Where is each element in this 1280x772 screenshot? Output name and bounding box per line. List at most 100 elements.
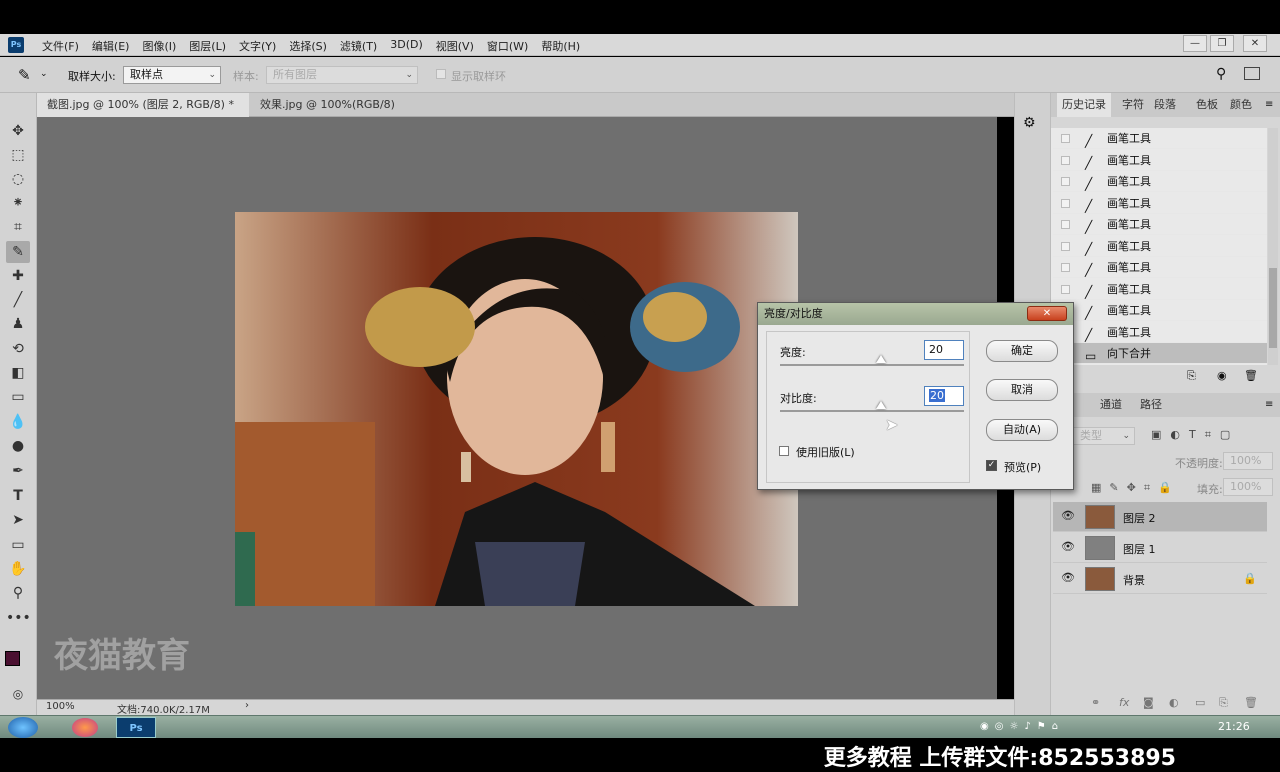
search-icon[interactable]: ⚲ <box>1216 66 1226 82</box>
minimize-button[interactable]: — <box>1183 35 1207 52</box>
menu-item[interactable]: 帮助(H) <box>541 38 580 54</box>
layer-row[interactable]: 👁 背景 🔒 <box>1053 564 1267 594</box>
tab-channels[interactable]: 通道 <box>1095 393 1127 417</box>
history-item[interactable]: ╱ 画笔工具 <box>1053 171 1267 192</box>
adjustment-icon[interactable]: ◐ <box>1169 696 1179 709</box>
tab-effect[interactable]: 效果.jpg @ 100%(RGB/8) × <box>250 93 410 135</box>
tool-preset-chevron-icon[interactable]: ⌄ <box>40 69 48 79</box>
tab-screenshot[interactable]: 截图.jpg @ 100% (图层 2, RGB/8) * × <box>37 93 249 135</box>
new-layer-icon[interactable]: ⎘ <box>1219 696 1228 710</box>
contrast-slider-knob[interactable] <box>876 401 887 409</box>
tab-color[interactable]: 颜色 <box>1225 93 1257 117</box>
status-arrow-icon[interactable]: › <box>245 700 249 711</box>
tab-paragraph[interactable]: 段落 <box>1149 93 1181 117</box>
menu-item[interactable]: 窗口(W) <box>487 38 528 54</box>
gradient-tool-icon[interactable]: ▭ <box>6 386 30 408</box>
menu-item[interactable]: 滤镜(T) <box>340 38 377 54</box>
type-tool-icon[interactable]: T <box>6 485 30 507</box>
sample-size-select[interactable]: 取样点 ⌄ <box>123 66 221 84</box>
scrollbar-thumb[interactable] <box>1269 268 1277 348</box>
history-item[interactable]: ╱ 画笔工具 <box>1053 279 1267 300</box>
pen-tool-icon[interactable]: ✒ <box>6 460 30 482</box>
contrast-input[interactable]: 20 <box>924 386 964 406</box>
blur-tool-icon[interactable]: 💧 <box>6 411 30 433</box>
menu-item[interactable]: 视图(V) <box>436 38 474 54</box>
tab-character[interactable]: 字符 <box>1117 93 1149 117</box>
history-item[interactable]: ╱ 画笔工具 <box>1053 193 1267 214</box>
snapshot-camera-icon[interactable]: ◉ <box>1217 369 1227 382</box>
history-item[interactable]: ╱ 画笔工具 <box>1053 128 1267 149</box>
dialog-title[interactable]: 亮度/对比度 <box>758 303 1073 325</box>
legacy-checkbox[interactable] <box>779 446 789 456</box>
layer-row[interactable]: 👁 图层 1 <box>1053 533 1267 563</box>
more-tools-icon[interactable]: ••• <box>6 607 31 629</box>
brightness-slider[interactable] <box>780 355 964 366</box>
preview-checkbox[interactable]: ✓ <box>986 460 997 471</box>
menu-item[interactable]: 文件(F) <box>42 38 79 54</box>
sample-select[interactable]: 所有图层 ⌄ <box>266 66 418 84</box>
system-tray-icons[interactable]: ◉◎☼♪⚑⌂ <box>980 721 1064 732</box>
menu-item[interactable]: 编辑(E) <box>92 38 130 54</box>
rectangle-tool-icon[interactable]: ▭ <box>6 534 30 556</box>
eyedropper-tool-icon[interactable]: ✎ <box>6 241 30 263</box>
path-select-tool-icon[interactable]: ➤ <box>6 509 30 531</box>
history-item[interactable]: ╱ 画笔工具 <box>1053 300 1267 321</box>
group-folder-icon[interactable]: ▭ <box>1195 696 1205 709</box>
link-layers-icon[interactable]: ⚭ <box>1091 696 1100 709</box>
tab-paths[interactable]: 路径 <box>1135 393 1167 417</box>
tab-swatches[interactable]: 色板 <box>1191 93 1223 117</box>
lock-icon[interactable]: 🔒 <box>1243 572 1257 585</box>
menu-item[interactable]: 图层(L) <box>189 38 226 54</box>
history-item[interactable]: ╱ 画笔工具 <box>1053 150 1267 171</box>
lasso-tool-icon[interactable]: ◌ <box>6 168 30 190</box>
eraser-tool-icon[interactable]: ◧ <box>6 362 30 384</box>
delete-layer-icon[interactable]: 🗑 <box>1244 696 1258 709</box>
visibility-eye-icon[interactable]: 👁 <box>1061 541 1075 553</box>
visibility-eye-icon[interactable]: 👁 <box>1061 510 1075 522</box>
crop-tool-icon[interactable]: ⌗ <box>6 216 30 238</box>
photoshop-taskbar-icon[interactable]: Ps <box>116 717 156 738</box>
panel-menu-icon[interactable]: ≡ <box>1265 99 1273 110</box>
new-document-icon[interactable]: ⎘ <box>1187 369 1196 383</box>
opacity-input[interactable]: 100% <box>1223 452 1273 470</box>
brightness-slider-knob[interactable] <box>876 355 887 363</box>
stamp-tool-icon[interactable]: ♟ <box>6 313 30 335</box>
layers-menu-icon[interactable]: ≡ <box>1265 399 1273 410</box>
fill-input[interactable]: 100% <box>1223 478 1273 496</box>
zoom-level[interactable]: 100% <box>46 701 75 712</box>
history-source-checkbox[interactable] <box>1061 134 1070 143</box>
history-source-checkbox[interactable] <box>1061 263 1070 272</box>
healing-tool-icon[interactable]: ✚ <box>6 265 30 287</box>
start-button[interactable] <box>8 717 38 738</box>
restore-button[interactable]: ❐ <box>1210 35 1234 52</box>
mask-icon[interactable]: ◙ <box>1143 696 1154 709</box>
document-image[interactable] <box>235 212 798 606</box>
hand-tool-icon[interactable]: ✋ <box>6 558 30 580</box>
workspace-icon[interactable] <box>1244 67 1260 80</box>
dodge-tool-icon[interactable]: ● <box>6 435 30 457</box>
quick-select-tool-icon[interactable]: ⁕ <box>6 192 30 214</box>
visibility-eye-icon[interactable]: 👁 <box>1061 572 1075 584</box>
menu-item[interactable]: 3D(D) <box>390 38 423 54</box>
quick-mask-icon[interactable]: ◎ <box>6 683 30 705</box>
history-source-checkbox[interactable] <box>1061 155 1070 165</box>
history-source-checkbox[interactable] <box>1061 241 1070 251</box>
layer-row[interactable]: 👁 图层 2 <box>1053 502 1267 532</box>
browser-app-icon[interactable] <box>72 718 98 737</box>
menu-item[interactable]: 图像(I) <box>142 38 176 54</box>
fx-icon[interactable]: fx <box>1119 696 1129 709</box>
history-item[interactable]: ▭ 向下合并 <box>1053 343 1267 364</box>
history-source-checkbox[interactable] <box>1061 284 1070 294</box>
history-source-checkbox[interactable] <box>1061 177 1070 186</box>
show-ring-checkbox[interactable] <box>436 69 446 79</box>
dialog-close-button[interactable]: ✕ <box>1027 306 1067 321</box>
history-brush-icon[interactable]: ⟲ <box>6 338 30 360</box>
close-window-button[interactable]: ✕ <box>1243 35 1267 52</box>
history-item[interactable]: ╱ 画笔工具 <box>1053 257 1267 278</box>
history-item[interactable]: ╱ 画笔工具 <box>1053 322 1267 343</box>
eyedropper-icon[interactable]: ✎ <box>18 66 31 84</box>
history-source-checkbox[interactable] <box>1061 198 1070 208</box>
cancel-button[interactable]: 取消 <box>986 379 1058 401</box>
history-source-checkbox[interactable] <box>1061 220 1070 229</box>
delete-trash-icon[interactable]: 🗑 <box>1244 369 1258 382</box>
